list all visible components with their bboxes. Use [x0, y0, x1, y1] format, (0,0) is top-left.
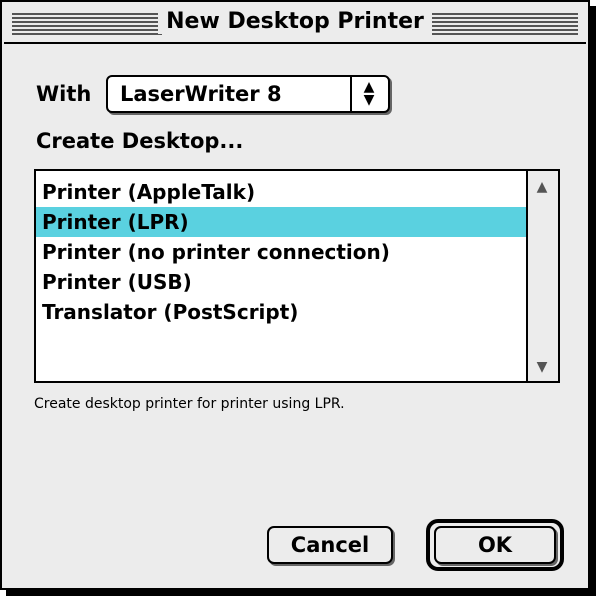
list-item[interactable]: Printer (LPR) — [36, 207, 528, 237]
driver-popup-menu[interactable]: LaserWriter 8 ▲ ▼ — [106, 75, 390, 113]
printer-type-list: Printer (AppleTalk) Printer (LPR) Printer … — [34, 169, 560, 383]
cancel-button[interactable]: Cancel — [267, 526, 393, 564]
printer-type-list-rows: Printer (AppleTalk) Printer (LPR) Printer … — [36, 177, 528, 327]
scroll-up-arrow-icon[interactable]: ▲ — [532, 177, 552, 197]
ok-button[interactable]: OK — [434, 526, 556, 564]
up-down-arrows-icon: ▲ ▼ — [363, 79, 375, 108]
list-item[interactable]: Printer (no printer connection) — [36, 237, 528, 267]
list-item[interactable]: Printer (AppleTalk) — [36, 177, 528, 207]
dialog-window: New Desktop Printer With LaserWriter 8 ▲… — [0, 0, 590, 590]
list-scrollbar[interactable]: ▲ ▼ — [526, 171, 558, 381]
window-title: New Desktop Printer — [4, 9, 586, 34]
create-desktop-label: Create Desktop... — [36, 129, 244, 153]
list-item[interactable]: Printer (USB) — [36, 267, 528, 297]
scroll-down-arrow-icon[interactable]: ▼ — [532, 357, 552, 377]
popup-divider — [350, 77, 352, 111]
with-label: With — [36, 82, 92, 106]
selection-description: Create desktop printer for printer using… — [34, 396, 345, 412]
title-bar[interactable]: New Desktop Printer — [4, 4, 586, 44]
list-item[interactable]: Translator (PostScript) — [36, 297, 528, 327]
driver-popup-value: LaserWriter 8 — [120, 82, 282, 106]
